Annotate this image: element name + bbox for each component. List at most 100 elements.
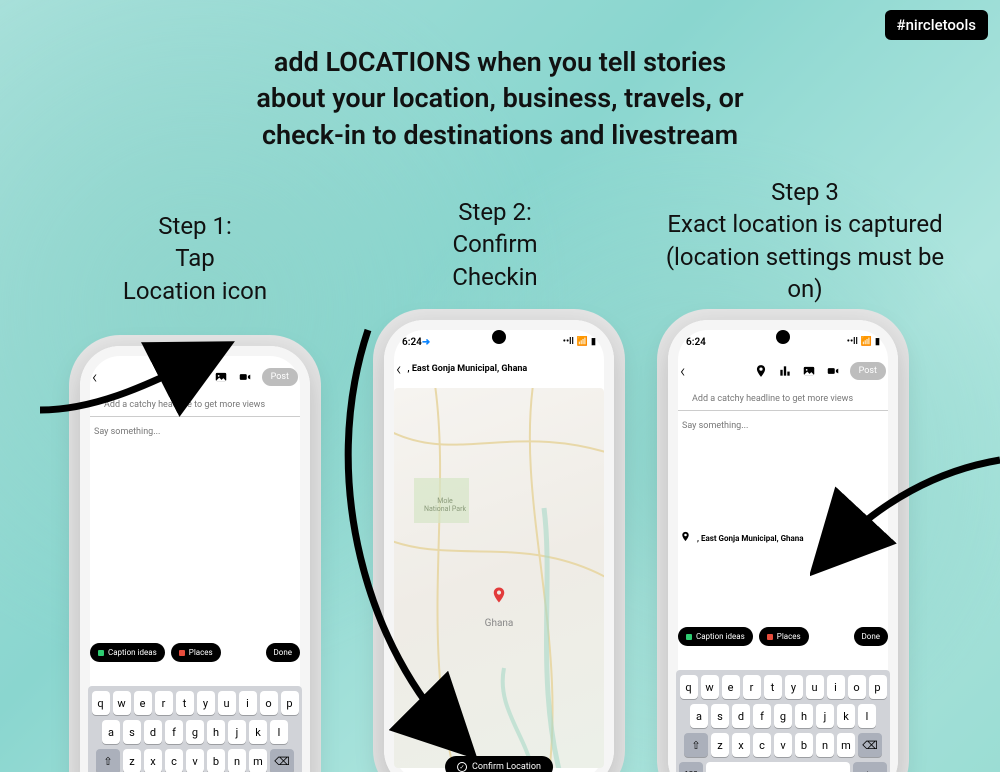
phone-notch — [188, 356, 202, 370]
poll-icon[interactable] — [190, 370, 204, 384]
key-r[interactable]: r — [743, 675, 761, 699]
key-j[interactable]: j — [816, 704, 834, 728]
body-input[interactable]: Say something... — [80, 417, 310, 447]
video-icon[interactable] — [238, 370, 252, 384]
check-circle-icon: ✓ — [457, 762, 467, 772]
key-v[interactable]: v — [774, 733, 792, 757]
post-button[interactable]: Post — [262, 368, 298, 386]
back-button[interactable]: ‹ — [396, 359, 401, 380]
back-button[interactable]: ‹ — [92, 367, 97, 388]
poll-icon[interactable] — [778, 364, 792, 378]
done-chip[interactable]: Done — [266, 643, 300, 662]
keyboard-row-1: qwertyuiop — [679, 675, 887, 699]
keyboard[interactable]: qwertyuiop asdfghjkl ⇧ zxcvbnm ⌫ 123 spa… — [88, 686, 302, 772]
key-m[interactable]: m — [837, 733, 855, 757]
phone-step3: 6:24 ••ll📶▮ ‹ Post Add a catchy headline… — [668, 320, 898, 772]
key-x[interactable]: x — [144, 749, 162, 772]
return-key[interactable]: return — [853, 762, 887, 772]
key-n[interactable]: n — [816, 733, 834, 757]
key-w[interactable]: w — [701, 675, 719, 699]
location-icon[interactable] — [166, 370, 180, 384]
key-h[interactable]: h — [207, 720, 225, 744]
key-e[interactable]: e — [134, 691, 152, 715]
map-view[interactable]: Mole National Park Ghana — [394, 388, 604, 768]
key-k[interactable]: k — [249, 720, 267, 744]
status-icons: ••ll📶▮ — [847, 337, 880, 347]
key-l[interactable]: l — [858, 704, 876, 728]
key-s[interactable]: s — [123, 720, 141, 744]
space-key[interactable]: space — [706, 762, 850, 772]
key-l[interactable]: l — [270, 720, 288, 744]
shift-key[interactable]: ⇧ — [96, 749, 120, 772]
key-a[interactable]: a — [690, 704, 708, 728]
key-p[interactable]: p — [869, 675, 887, 699]
key-x[interactable]: x — [732, 733, 750, 757]
location-search-text[interactable]: , East Gonja Municipal, Ghana — [407, 364, 527, 374]
headline-input[interactable]: Add a catchy headline to get more views — [678, 386, 888, 411]
key-h[interactable]: h — [795, 704, 813, 728]
key-u[interactable]: u — [218, 691, 236, 715]
key-r[interactable]: r — [155, 691, 173, 715]
keyboard-row-1: qwertyuiop — [91, 691, 299, 715]
backspace-key[interactable]: ⌫ — [270, 749, 294, 772]
video-icon[interactable] — [826, 364, 840, 378]
location-icon[interactable] — [754, 364, 768, 378]
key-k[interactable]: k — [837, 704, 855, 728]
key-q[interactable]: q — [680, 675, 698, 699]
key-f[interactable]: f — [753, 704, 771, 728]
key-t[interactable]: t — [764, 675, 782, 699]
key-e[interactable]: e — [722, 675, 740, 699]
step-1-label: Step 1: Tap Location icon — [85, 210, 305, 307]
key-g[interactable]: g — [774, 704, 792, 728]
places-chip[interactable]: Places — [759, 627, 809, 646]
key-o[interactable]: o — [848, 675, 866, 699]
key-u[interactable]: u — [806, 675, 824, 699]
key-d[interactable]: d — [732, 704, 750, 728]
selected-location-row: , East Gonja Municipal, Ghana ✕ — [668, 525, 898, 551]
selected-location-text: , East Gonja Municipal, Ghana — [697, 534, 870, 543]
caption-ideas-chip[interactable]: Caption ideas — [90, 643, 165, 662]
key-q[interactable]: q — [92, 691, 110, 715]
key-m[interactable]: m — [249, 749, 267, 772]
key-c[interactable]: c — [165, 749, 183, 772]
remove-location-button[interactable]: ✕ — [876, 531, 886, 545]
key-n[interactable]: n — [228, 749, 246, 772]
key-p[interactable]: p — [281, 691, 299, 715]
post-button[interactable]: Post — [850, 362, 886, 380]
image-icon[interactable] — [802, 364, 816, 378]
places-chip[interactable]: Places — [171, 643, 221, 662]
done-chip[interactable]: Done — [854, 627, 888, 646]
key-o[interactable]: o — [260, 691, 278, 715]
key-c[interactable]: c — [753, 733, 771, 757]
body-input[interactable]: Say something... — [668, 411, 898, 441]
key-y[interactable]: y — [785, 675, 803, 699]
key-y[interactable]: y — [197, 691, 215, 715]
key-w[interactable]: w — [113, 691, 131, 715]
shift-key[interactable]: ⇧ — [684, 733, 708, 757]
key-v[interactable]: v — [186, 749, 204, 772]
key-g[interactable]: g — [186, 720, 204, 744]
step-2-label: Step 2: Confirm Checkin — [410, 196, 580, 293]
confirm-location-button[interactable]: ✓ Confirm Location — [445, 756, 553, 772]
key-a[interactable]: a — [102, 720, 120, 744]
keyboard-row-2: asdfghjkl — [679, 704, 887, 728]
map-country-label: Ghana — [485, 618, 514, 629]
key-i[interactable]: i — [239, 691, 257, 715]
caption-ideas-chip[interactable]: Caption ideas — [678, 627, 753, 646]
headline-input[interactable]: Add a catchy headline to get more views — [90, 392, 300, 417]
back-button[interactable]: ‹ — [680, 361, 685, 382]
key-i[interactable]: i — [827, 675, 845, 699]
key-j[interactable]: j — [228, 720, 246, 744]
key-b[interactable]: b — [795, 733, 813, 757]
key-s[interactable]: s — [711, 704, 729, 728]
key-z[interactable]: z — [711, 733, 729, 757]
key-d[interactable]: d — [144, 720, 162, 744]
key-f[interactable]: f — [165, 720, 183, 744]
numbers-key[interactable]: 123 — [679, 762, 703, 772]
key-t[interactable]: t — [176, 691, 194, 715]
key-b[interactable]: b — [207, 749, 225, 772]
keyboard[interactable]: qwertyuiop asdfghjkl ⇧ zxcvbnm ⌫ 123 spa… — [676, 670, 890, 772]
backspace-key[interactable]: ⌫ — [858, 733, 882, 757]
image-icon[interactable] — [214, 370, 228, 384]
key-z[interactable]: z — [123, 749, 141, 772]
